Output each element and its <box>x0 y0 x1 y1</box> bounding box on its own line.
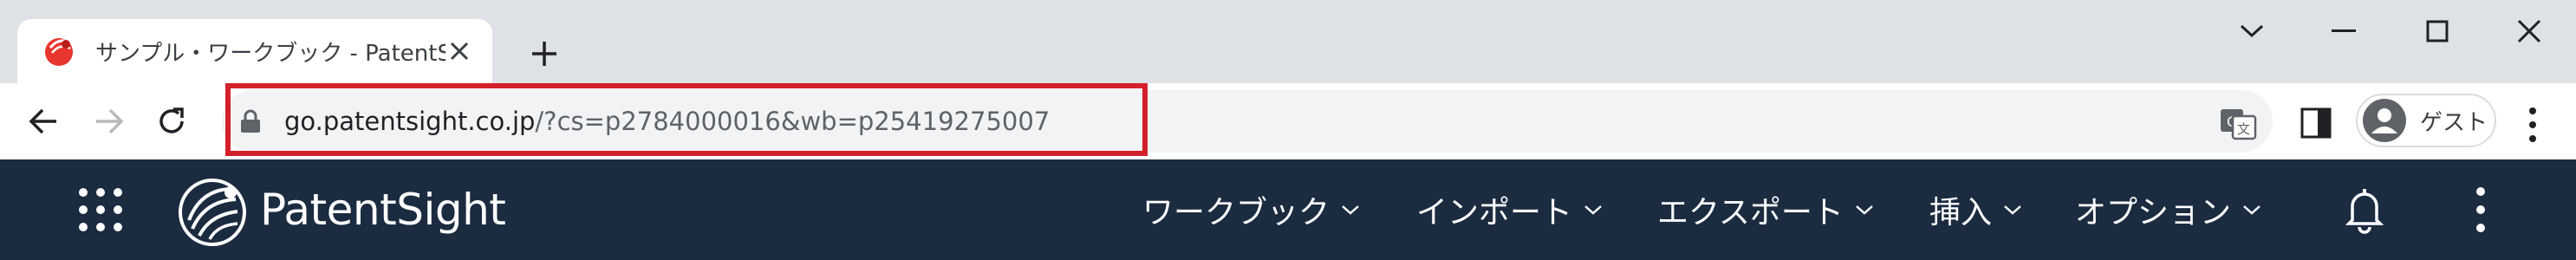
forward-button[interactable] <box>85 97 133 146</box>
arrow-right-icon <box>96 108 124 134</box>
notification-bell-icon[interactable] <box>2345 185 2384 234</box>
nav-export-menu[interactable]: エクスポート <box>1657 185 1875 234</box>
nav-label: オプション <box>2075 195 2232 231</box>
tab-title: サンプル・ワークブック - PatentSight <box>95 40 446 67</box>
nav-label: ワークブック <box>1142 195 1330 231</box>
app-logo-text: PatentSight <box>260 185 506 235</box>
browser-tab[interactable]: サンプル・ワークブック - PatentSight <box>17 19 492 83</box>
reload-button[interactable] <box>147 97 196 146</box>
arrow-left-icon <box>29 108 56 134</box>
nav-insert-menu[interactable]: 挿入 <box>1929 185 2023 234</box>
app-launcher-grid-icon[interactable] <box>76 185 125 234</box>
side-panel-icon[interactable] <box>2299 106 2333 140</box>
chevron-down-icon <box>1856 205 1873 215</box>
chevron-down-icon <box>1584 205 1602 215</box>
nav-label: インポート <box>1416 195 1573 231</box>
maximize-icon <box>2426 20 2449 42</box>
close-tab-icon[interactable] <box>446 36 473 67</box>
nav-options-menu[interactable]: オプション <box>2075 185 2262 234</box>
patentsight-favicon-icon <box>45 38 73 66</box>
close-icon <box>2517 19 2541 43</box>
chevron-down-icon <box>2004 205 2021 215</box>
nav-import-menu[interactable]: インポート <box>1416 185 1603 234</box>
svg-text:文: 文 <box>2237 121 2250 137</box>
maximize-button[interactable] <box>2411 12 2463 50</box>
address-highlight-box <box>225 83 1148 156</box>
chevron-down-icon <box>2240 24 2264 38</box>
chevron-down-icon <box>2243 205 2261 215</box>
browser-menu-icon[interactable] <box>2515 102 2550 147</box>
nav-label: エクスポート <box>1657 195 1844 231</box>
close-window-button[interactable] <box>2503 12 2555 50</box>
app-more-menu-icon[interactable] <box>2472 184 2489 236</box>
minimize-button[interactable] <box>2318 12 2370 50</box>
patentsight-logo-icon[interactable] <box>177 177 248 248</box>
plus-icon <box>532 42 556 66</box>
tab-search-button[interactable] <box>2226 12 2278 50</box>
nav-workbook-menu[interactable]: ワークブック <box>1142 185 1361 234</box>
new-tab-button[interactable] <box>524 33 565 75</box>
translate-icon[interactable]: G 文 <box>2219 104 2257 142</box>
back-button[interactable] <box>19 97 68 146</box>
chevron-down-icon <box>1342 205 1359 215</box>
minimize-icon <box>2332 29 2356 32</box>
reload-icon <box>159 107 184 133</box>
profile-label: ゲスト <box>2420 109 2488 136</box>
nav-label: 挿入 <box>1929 195 1993 231</box>
profile-button[interactable]: ゲスト <box>2356 94 2496 147</box>
guest-avatar-icon <box>2363 99 2406 142</box>
